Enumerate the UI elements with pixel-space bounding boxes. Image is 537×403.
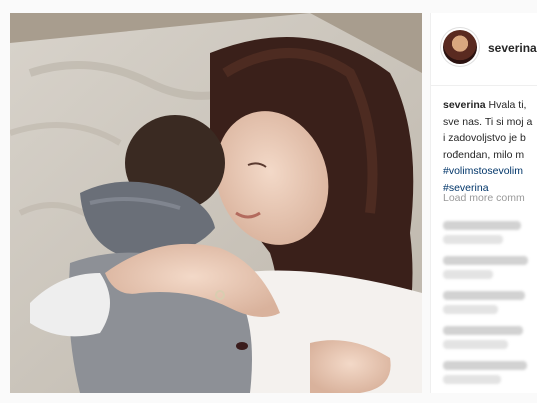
hashtag-link[interactable]: #volimstosevolim (443, 163, 537, 180)
blurred-comment-line (443, 270, 493, 279)
blurred-comment-line (443, 235, 503, 244)
blurred-comment-line (443, 375, 501, 384)
caption-line-2: i zadovoljstvo je b (443, 132, 526, 144)
header-username[interactable]: severina (488, 41, 537, 55)
blurred-comment-line (443, 291, 525, 300)
load-more-comments-link[interactable]: Load more comm (443, 192, 525, 204)
blurred-comment-line (443, 340, 508, 349)
profile-avatar-icon[interactable] (443, 30, 477, 64)
instagram-post-frame: severina severina Hvala ti, sve nas. Ti … (0, 0, 537, 403)
caption-line-1: sve nas. Ti si moj a (443, 115, 533, 128)
blurred-comment-line (443, 305, 498, 314)
post-photo[interactable] (10, 13, 422, 393)
caption-line-3: rođendan, milo m (443, 148, 525, 161)
post-caption: severina Hvala ti, sve nas. Ti si moj a … (443, 97, 537, 196)
blurred-comment-line (443, 361, 527, 370)
blurred-comment-line (443, 221, 521, 230)
caption-username[interactable]: severina (443, 99, 486, 111)
post-side-panel: severina severina Hvala ti, sve nas. Ti … (430, 13, 537, 393)
blurred-comment-line (443, 326, 523, 335)
post-photo-illustration (10, 13, 422, 393)
blurred-comment-line (443, 256, 528, 265)
caption-line-0: Hvala ti, (488, 99, 527, 111)
post-header: severina (431, 13, 537, 86)
